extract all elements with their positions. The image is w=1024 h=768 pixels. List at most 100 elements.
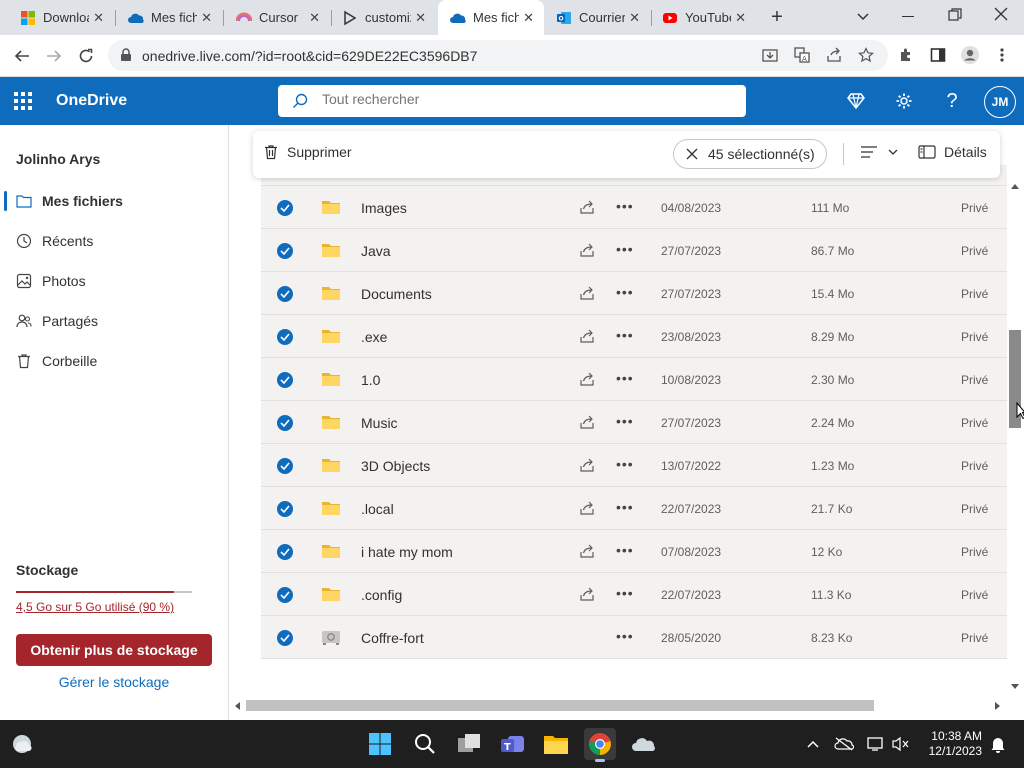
onedrive-taskbar-icon[interactable] — [628, 728, 660, 760]
start-button[interactable] — [364, 728, 396, 760]
browser-tab[interactable]: Cursor ✕ — [224, 0, 330, 35]
share-icon[interactable] — [579, 242, 595, 258]
reload-button[interactable] — [74, 44, 98, 68]
row-checkbox[interactable] — [277, 243, 293, 259]
scroll-down-arrow[interactable] — [1011, 684, 1019, 689]
tab-close-icon[interactable]: ✕ — [735, 10, 746, 26]
file-name[interactable]: Music — [361, 415, 398, 431]
account-avatar[interactable]: JM — [984, 86, 1016, 118]
browser-tab[interactable]: Mes fichiers ✕ — [116, 0, 222, 35]
share-icon[interactable] — [579, 285, 595, 301]
share-icon[interactable] — [579, 414, 595, 430]
file-row[interactable]: 3D Objects ••• 13/07/2022 1.23 Mo Privé — [261, 444, 1007, 487]
minimize-button[interactable] — [902, 16, 914, 17]
row-checkbox[interactable] — [277, 630, 293, 646]
more-options-icon[interactable]: ••• — [616, 327, 634, 343]
app-title[interactable]: OneDrive — [56, 92, 127, 110]
tab-close-icon[interactable]: ✕ — [93, 10, 104, 26]
browser-tab[interactable]: Mes fichiers ✕ — [438, 0, 544, 35]
file-row[interactable]: 1.0 ••• 10/08/2023 2.30 Mo Privé — [261, 358, 1007, 401]
file-name[interactable]: .exe — [361, 329, 387, 345]
premium-diamond-icon[interactable] — [844, 89, 868, 113]
more-options-icon[interactable]: ••• — [616, 585, 634, 601]
selection-count-pill[interactable]: 45 sélectionné(s) — [673, 139, 827, 169]
delete-button[interactable]: Supprimer — [263, 144, 352, 160]
row-checkbox[interactable] — [277, 200, 293, 216]
scroll-up-arrow[interactable] — [1011, 184, 1019, 189]
app-launcher-icon[interactable] — [14, 92, 32, 110]
tab-close-icon[interactable]: ✕ — [523, 10, 534, 26]
more-options-icon[interactable]: ••• — [616, 628, 634, 644]
details-button[interactable]: Détails — [918, 144, 987, 160]
new-tab-button[interactable]: + — [766, 6, 788, 28]
scroll-left-arrow[interactable] — [235, 702, 240, 710]
share-icon[interactable] — [579, 500, 595, 516]
row-checkbox[interactable] — [277, 415, 293, 431]
scroll-right-arrow[interactable] — [995, 702, 1000, 710]
file-name[interactable]: 3D Objects — [361, 458, 430, 474]
share-icon[interactable] — [579, 371, 595, 387]
nav-item-partages[interactable]: Partagés — [0, 305, 228, 337]
more-options-icon[interactable]: ••• — [616, 198, 634, 214]
search-box[interactable] — [278, 85, 746, 117]
file-name[interactable]: 1.0 — [361, 372, 380, 388]
volume-muted-icon[interactable] — [891, 734, 911, 754]
file-row[interactable]: .exe ••• 23/08/2023 8.29 Mo Privé — [261, 315, 1007, 358]
nav-item-corbeille[interactable]: Corbeille — [0, 345, 228, 377]
file-name[interactable]: .config — [361, 587, 402, 603]
profile-icon[interactable] — [959, 44, 981, 66]
tab-close-icon[interactable]: ✕ — [629, 10, 640, 26]
file-explorer-icon[interactable] — [540, 728, 572, 760]
weather-widget-icon[interactable] — [6, 728, 38, 760]
view-options-button[interactable] — [860, 145, 900, 159]
back-button[interactable] — [10, 44, 34, 68]
browser-tab[interactable]: Downloads ✕ — [8, 0, 114, 35]
file-row[interactable]: .local ••• 22/07/2023 21.7 Ko Privé — [261, 487, 1007, 530]
row-checkbox[interactable] — [277, 372, 293, 388]
extensions-icon[interactable] — [895, 44, 917, 66]
forward-button[interactable] — [42, 44, 66, 68]
file-row[interactable]: .config ••• 22/07/2023 11.3 Ko Privé — [261, 573, 1007, 616]
close-icon[interactable] — [686, 148, 698, 160]
file-name[interactable]: Coffre-fort — [361, 630, 424, 646]
share-icon[interactable] — [579, 586, 595, 602]
search-input[interactable] — [322, 91, 722, 107]
storage-usage-link[interactable]: 4,5 Go sur 5 Go utilisé (90 %) — [16, 600, 174, 614]
share-page-icon[interactable] — [823, 44, 845, 66]
onedrive-tray-icon[interactable] — [834, 734, 854, 754]
network-display-icon[interactable] — [866, 734, 886, 754]
nav-item-photos[interactable]: Photos — [0, 265, 228, 297]
side-panel-icon[interactable] — [927, 44, 949, 66]
file-row[interactable]: Java ••• 27/07/2023 86.7 Mo Privé — [261, 229, 1007, 272]
close-window-button[interactable] — [994, 7, 1008, 26]
tab-close-icon[interactable]: ✕ — [309, 10, 320, 26]
file-row[interactable]: Music ••• 27/07/2023 2.24 Mo Privé — [261, 401, 1007, 444]
more-options-icon[interactable]: ••• — [616, 241, 634, 257]
share-icon[interactable] — [579, 199, 595, 215]
tab-close-icon[interactable]: ✕ — [201, 10, 212, 26]
tab-close-icon[interactable]: ✕ — [415, 10, 426, 26]
nav-item-mes-fichiers[interactable]: Mes fichiers — [0, 185, 228, 217]
file-name[interactable]: Images — [361, 200, 407, 216]
browser-tab[interactable]: YouTube ✕ — [650, 0, 756, 35]
more-options-icon[interactable]: ••• — [616, 284, 634, 300]
file-row[interactable]: Images ••• 04/08/2023 111 Mo Privé — [261, 186, 1007, 229]
more-options-icon[interactable]: ••• — [616, 370, 634, 386]
help-icon[interactable]: ? — [940, 89, 964, 113]
more-options-icon[interactable]: ••• — [616, 542, 634, 558]
teams-chat-icon[interactable]: T — [497, 728, 529, 760]
manage-storage-link[interactable]: Gérer le stockage — [16, 674, 212, 690]
file-name[interactable]: .local — [361, 501, 394, 517]
browser-menu-icon[interactable] — [991, 44, 1013, 66]
browser-tab[interactable]: customize ✕ — [330, 0, 436, 35]
more-options-icon[interactable]: ••• — [616, 456, 634, 472]
file-name[interactable]: Documents — [361, 286, 432, 302]
show-hidden-icons-chevron[interactable] — [803, 734, 823, 754]
browser-tab[interactable]: O Courrier ✕ — [544, 0, 650, 35]
row-checkbox[interactable] — [277, 501, 293, 517]
more-options-icon[interactable]: ••• — [616, 413, 634, 429]
settings-gear-icon[interactable] — [892, 89, 916, 113]
share-icon[interactable] — [579, 543, 595, 559]
horizontal-scroll-thumb[interactable] — [246, 700, 874, 711]
vertical-scrollbar[interactable] — [1007, 180, 1024, 695]
